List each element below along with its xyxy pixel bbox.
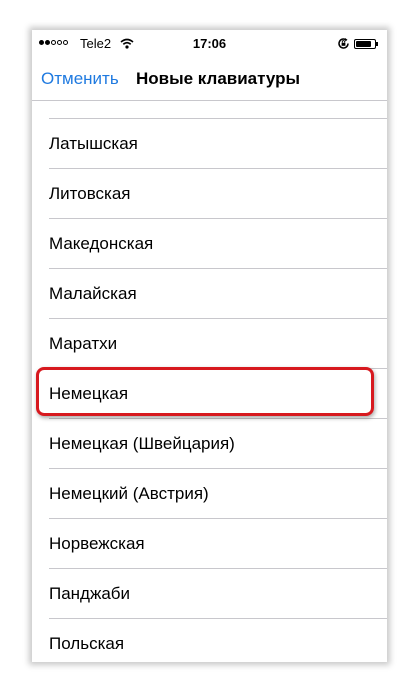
status-time: 17:06 bbox=[192, 36, 227, 51]
keyboard-list-item[interactable]: Малайская bbox=[32, 269, 387, 319]
keyboard-label: Македонская bbox=[49, 234, 154, 253]
keyboard-list-item[interactable]: Панджаби bbox=[32, 569, 387, 619]
keyboard-label: Латышская bbox=[49, 134, 138, 153]
keyboard-list-item[interactable]: Польская bbox=[32, 619, 387, 662]
keyboard-label: Немецкий (Австрия) bbox=[49, 484, 209, 503]
keyboard-list-item[interactable]: Немецкая bbox=[32, 369, 387, 419]
keyboard-list-item[interactable]: Маратхи bbox=[32, 319, 387, 369]
battery-level bbox=[356, 41, 371, 47]
keyboard-list-item[interactable]: Литовская bbox=[32, 169, 387, 219]
keyboard-label: Немецкая (Швейцария) bbox=[49, 434, 235, 453]
keyboard-list-item[interactable]: Македонская bbox=[32, 219, 387, 269]
keyboard-list-item[interactable]: Норвежская bbox=[32, 519, 387, 569]
keyboard-label: Немецкая bbox=[49, 384, 129, 403]
keyboard-label: Польская bbox=[49, 634, 125, 653]
battery-icon bbox=[354, 39, 376, 49]
orientation-lock-icon bbox=[337, 37, 350, 53]
list-item-partial[interactable] bbox=[32, 101, 387, 119]
keyboard-label: Малайская bbox=[49, 284, 137, 303]
phone-screen: Tele2 17:06 Отменить Новые клавиатуры Ла… bbox=[32, 30, 387, 662]
battery-tip bbox=[376, 42, 378, 46]
keyboard-list-item[interactable]: Немецкий (Австрия) bbox=[32, 469, 387, 519]
keyboard-label: Норвежская bbox=[49, 534, 145, 553]
cancel-button[interactable]: Отменить bbox=[41, 69, 119, 89]
keyboard-label: Литовская bbox=[49, 184, 131, 203]
keyboard-label: Маратхи bbox=[49, 334, 118, 353]
navigation-bar: Отменить Новые клавиатуры bbox=[32, 58, 387, 101]
keyboard-label: Панджаби bbox=[49, 584, 131, 603]
keyboard-list-item[interactable]: Немецкая (Швейцария) bbox=[32, 419, 387, 469]
status-bar: Tele2 17:06 bbox=[32, 30, 387, 58]
page-title: Новые клавиатуры bbox=[136, 69, 301, 88]
keyboard-list-item[interactable]: Латышская bbox=[32, 119, 387, 169]
